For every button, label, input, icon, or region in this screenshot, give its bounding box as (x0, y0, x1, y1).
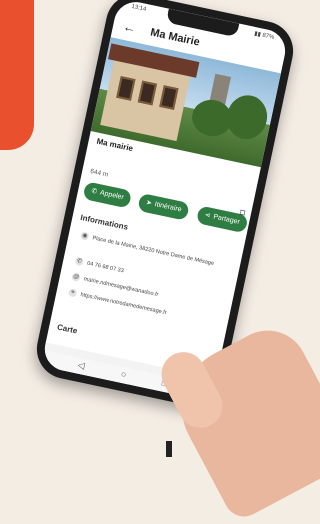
address-text: Place de la Mairie, 38220 Notre Dame de … (91, 235, 215, 267)
back-nav-icon[interactable]: ◁ (77, 360, 86, 372)
link-icon: ⚭ (67, 288, 78, 298)
info-section-title: Informations (79, 212, 129, 232)
home-nav-icon[interactable]: ○ (120, 369, 127, 380)
navigation-icon: ➤ (145, 199, 153, 208)
decorative-mark (166, 441, 172, 457)
at-icon: @ (71, 272, 81, 282)
route-button[interactable]: ➤Itinéraire (137, 192, 190, 221)
photo-tree (222, 91, 272, 143)
phone-icon: ✆ (90, 187, 98, 196)
call-button-label: Appeler (99, 189, 125, 202)
phone-text: 04 76 68 07 33 (86, 260, 125, 275)
map-section-title: Carte (56, 322, 79, 336)
phone-icon: ✆ (74, 256, 85, 267)
share-button-label: Partager (212, 213, 241, 226)
status-battery: ▮▮ 87% (253, 30, 275, 42)
place-distance: 644 m (89, 167, 109, 179)
location-pin-icon: ◉ (79, 231, 90, 241)
status-time: 13:14 (130, 3, 147, 13)
arrow-left-icon[interactable]: ← (122, 19, 138, 36)
brand-block (0, 0, 34, 150)
route-button-label: Itinéraire (153, 201, 183, 214)
call-button[interactable]: ✆Appeler (82, 181, 133, 209)
share-icon: ⋖ (204, 211, 212, 220)
page-title: Ma Mairie (149, 26, 201, 49)
